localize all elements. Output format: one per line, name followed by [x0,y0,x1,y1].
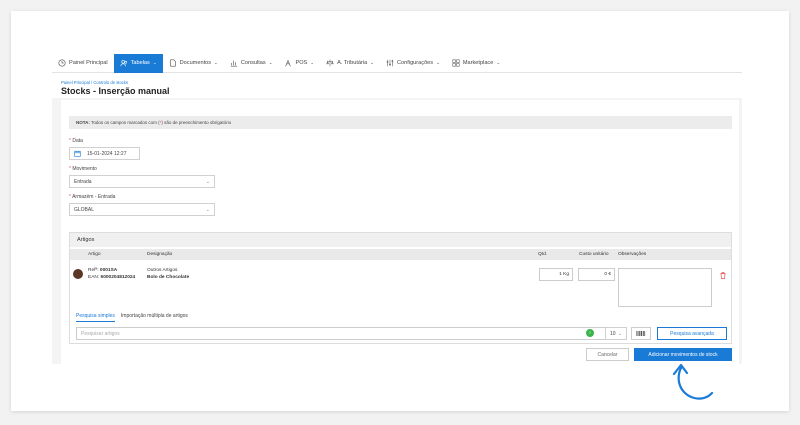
nav-label: Consultas [240,60,266,66]
note-text-after: ) são de preenchimento obrigatório [161,120,232,125]
clock-icon [58,59,66,67]
required-mark: * [69,138,71,144]
chevron-down-icon: ⌄ [268,60,273,65]
calendar-icon [74,150,81,157]
artigos-title: Artigos [70,233,731,247]
product-thumbnail [73,269,83,279]
movimento-label-text: Movimento [72,166,97,172]
chart-icon [230,60,238,67]
required-mark: * [69,194,71,200]
tab-pesquisa-simples[interactable]: Pesquisa simples [76,313,115,322]
barcode-scan-button[interactable] [631,327,651,340]
quantity-input[interactable]: 1 Kg [539,268,573,281]
chevron-down-icon: ⌄ [436,60,440,65]
chevron-down-icon: ⌄ [205,206,210,213]
col-observacoes: Observações [618,252,647,257]
breadcrumb-current[interactable]: Controlo de stocks [93,80,128,85]
chevron-down-icon: ⌄ [152,60,157,65]
col-designacao: Designação [147,252,173,257]
col-qtd: Qtd. [538,252,548,257]
tab-importacao-multipla[interactable]: Importação múltipla de artigos [121,313,188,322]
movimento-value: Entrada [74,178,92,185]
data-label-text: Data [72,138,83,144]
cancel-button[interactable]: Cancelar [586,348,629,361]
page-size-value: 10 [610,330,616,337]
date-value: 15-01-2024 12:27 [87,150,127,157]
ean-value: 5000204812024 [100,274,136,280]
movimento-select[interactable]: Entrada ⌄ [69,175,215,188]
chevron-down-icon: ⌄ [205,178,210,185]
artigos-section: Artigos Artigo Designação Qtd. Custo uni… [69,232,732,344]
nav-item-a-tributaria[interactable]: A. Tributária ⌄ [320,54,380,73]
nav-item-pos[interactable]: POS ⌄ [278,54,320,73]
nav-item-painel-principal[interactable]: Painel Principal [52,54,114,73]
date-field[interactable]: 15-01-2024 12:27 [69,147,140,160]
movimento-label: * Movimento [69,166,97,172]
ref-value: 0001SA [99,268,118,273]
nav-label: Configurações [397,60,434,66]
observations-textarea[interactable] [618,268,712,307]
nav-item-tabelas[interactable]: Tabelas ⌄ [113,53,163,73]
col-artigo: Artigo [88,252,101,257]
barcode-icon [636,331,646,336]
col-custo: Custo unitário [579,252,609,257]
chevron-down-icon: ⌄ [617,330,622,337]
chevron-down-icon: ⌄ [214,60,218,65]
nav-label: Tabelas [130,60,150,66]
nav-label: Painel Principal [69,60,108,66]
table-row-ref: Refª: 0001SA EAN: 5000204812024 [88,268,135,281]
search-input[interactable]: Pesquisar artigos [76,327,610,340]
go-icon[interactable]: › [586,329,594,337]
breadcrumb-home[interactable]: Painel Principal [61,80,90,85]
chevron-down-icon: ⌄ [310,60,315,65]
note-label: NOTA: [76,120,90,125]
shop-icon [452,59,460,67]
table-row-designation: Outros Artigos Bolo de Chocolate [147,268,189,281]
armazem-label: * Armazém - Entrada [69,194,115,200]
nav-item-configuracoes[interactable]: Configurações ⌄ [380,54,446,73]
advanced-search-button[interactable]: Pesquisa avançada [657,327,727,340]
note-text-before: Todos os campos marcados com ( [91,120,160,125]
chevron-down-icon: ⌄ [370,60,375,65]
trash-icon[interactable] [720,272,726,279]
scale-icon [326,59,334,67]
nav-item-documentos[interactable]: Documentos ⌄ [163,54,224,73]
armazem-select[interactable]: GLOBAL ⌄ [69,203,215,216]
nav-item-consultas[interactable]: Consultas ⌄ [224,54,279,73]
nav-label: Marketplace [462,60,494,66]
data-label: * Data [69,138,83,144]
required-note: NOTA: Todos os campos marcados com (*) s… [69,116,732,129]
nav-item-marketplace[interactable]: Marketplace ⌄ [446,54,506,73]
armazem-label-text: Armazém - Entrada [72,194,116,200]
artigos-table-header: Artigo Designação Qtd. Custo unitário Ob… [70,249,731,260]
nav-label: A. Tributária [337,60,368,66]
settings-icon [386,59,394,67]
page-size-select[interactable]: 10 ⌄ [605,327,627,340]
ean-label: EAN: [88,274,100,280]
cost-input[interactable]: 0 € [578,268,615,281]
annotation-arrow-icon [672,363,714,400]
product-name: Bolo de Chocolate [147,274,190,280]
required-mark: * [69,166,71,172]
nav-label: POS [295,60,308,66]
breadcrumb: Painel Principal / Controlo de stocks [61,80,128,85]
pos-icon [285,59,292,67]
armazem-value: GLOBAL [74,206,95,213]
page-title: Stocks - Inserção manual [61,86,170,96]
nav-label: Documentos [179,60,212,66]
chevron-down-icon: ⌄ [496,60,501,65]
users-icon [120,60,127,67]
search-tabs: Pesquisa simples Importação múltipla de … [76,313,188,322]
ref-label: Refª: [88,268,99,273]
top-navbar: Painel Principal Tabelas ⌄ Documentos ⌄ … [52,53,742,73]
document-icon [169,59,176,67]
